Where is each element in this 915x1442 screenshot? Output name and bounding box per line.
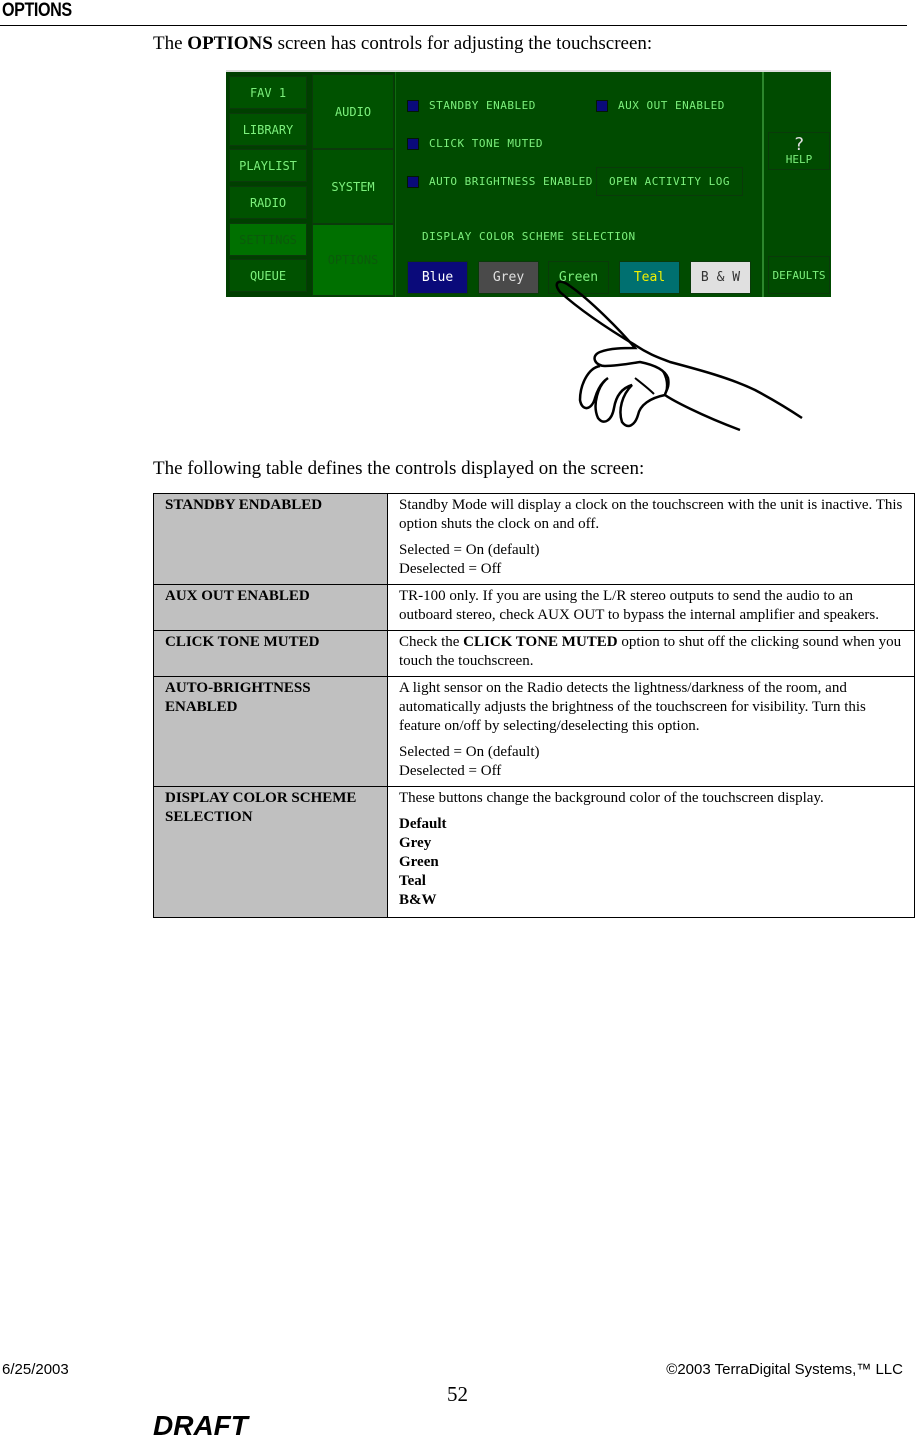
thumb-outline [634,369,668,395]
desc-text: These buttons change the background colo… [399,790,824,806]
extra-line: Selected = On (default) [399,744,540,760]
scheme-blue-button[interactable]: Blue [407,261,468,294]
term-cell: CLICK TONE MUTED [153,630,388,677]
footer-date: 6/25/2003 [2,1361,69,1378]
intro-bold: OPTIONS [187,33,273,54]
desc-extra: Selected = On (default) Deselected = Off [399,743,903,781]
desc-text: A light sensor on the Radio detects the … [399,680,866,734]
desc-text: Standby Mode will display a clock on the… [399,497,903,532]
intro-suffix: screen has controls for adjusting the to… [272,33,653,54]
term-cell: STANDBY ENDABLED [153,493,388,585]
desc-cell: Check the CLICK TONE MUTED option to shu… [387,630,915,677]
draft-watermark: DRAFT [153,1410,248,1441]
intro-prefix: The [153,33,188,54]
desc-extra: Selected = On (default) Deselected = Off [399,541,903,579]
desc-text: Check the CLICK TONE MUTED option to shu… [399,633,903,671]
nav-options-button[interactable]: OPTIONS [312,224,394,296]
checkbox[interactable] [407,99,419,112]
nav-settings-button[interactable]: SETTINGS [229,223,307,256]
table-row: AUX OUT ENABLED TR-100 only. If you are … [153,584,915,631]
checkbox[interactable] [407,175,419,188]
desc-bold: CLICK TONE MUTED [463,634,618,650]
page-number: 52 [447,1382,468,1406]
extra-line: Selected = On (default) [399,542,540,558]
term-cell: DISPLAY COLOR SCHEME SELECTION [153,786,388,918]
section-heading: OPTIONS [2,0,72,21]
nav-queue-button[interactable]: QUEUE [229,259,307,292]
desc-text: TR-100 only. If you are using the L/R st… [399,588,879,623]
desc-cell: These buttons change the background colo… [387,786,915,918]
help-label: HELP [785,152,813,166]
hand-outline [555,280,803,420]
side-actions: ? HELP DEFAULTS [762,72,831,297]
help-question-icon: ? [793,133,805,155]
options-panel: STANDBY ENABLED AUX OUT ENABLED CLICK TO… [395,72,763,297]
option-label: AUTO BRIGHTNESS ENABLED [429,175,593,188]
scheme-item: Teal [399,873,426,889]
table-row: STANDBY ENDABLED Standby Mode will displ… [153,493,915,585]
table-row: AUTO-BRIGHTNESS ENABLED A light sensor o… [153,676,915,787]
scheme-item: Default [399,816,447,832]
standby-enabled-option[interactable]: STANDBY ENABLED [407,99,536,112]
open-activity-log-button[interactable]: OPEN ACTIVITY LOG [596,167,743,196]
checkbox[interactable] [407,137,419,150]
option-label: AUX OUT ENABLED [618,99,725,112]
table-row: DISPLAY COLOR SCHEME SELECTION These but… [153,786,915,918]
intro-paragraph: The OPTIONS screen has controls for adju… [153,32,652,56]
scheme-list: Default Grey Green Teal B&W [399,815,903,910]
nav-playlist-button[interactable]: PLAYLIST [229,149,307,182]
desc-prefix: Check the [399,634,464,650]
checkbox[interactable] [596,99,608,112]
extra-line: Deselected = Off [399,561,502,577]
scheme-item: Grey [399,835,432,851]
desc-cell: TR-100 only. If you are using the L/R st… [387,584,915,631]
nav-library-button[interactable]: LIBRARY [229,113,307,146]
primary-nav: FAV 1 LIBRARY PLAYLIST RADIO SETTINGS QU… [226,72,312,297]
heading-rule [0,25,907,26]
option-label: CLICK TONE MUTED [429,137,543,150]
controls-definition-table: STANDBY ENDABLED Standby Mode will displ… [153,493,915,918]
knuckles-outline [578,364,666,428]
color-scheme-label: DISPLAY COLOR SCHEME SELECTION [422,230,636,243]
secondary-nav: AUDIO SYSTEM OPTIONS [311,72,395,297]
extra-line: Deselected = Off [399,763,502,779]
footer-copyright: ©2003 TerraDigital Systems,™ LLC [666,1361,903,1378]
help-button[interactable]: ? HELP [768,132,830,170]
pointing-hand-icon [555,280,803,432]
desc-cell: Standby Mode will display a clock on the… [387,493,915,585]
scheme-item: B&W [399,892,437,908]
click-tone-muted-option[interactable]: CLICK TONE MUTED [407,137,543,150]
table-intro: The following table defines the controls… [153,458,645,479]
nav-audio-button[interactable]: AUDIO [312,74,394,149]
term-cell: AUTO-BRIGHTNESS ENABLED [153,676,388,787]
nav-radio-button[interactable]: RADIO [229,186,307,219]
desc-cell: A light sensor on the Radio detects the … [387,676,915,787]
scheme-grey-button[interactable]: Grey [478,261,539,294]
option-label: STANDBY ENABLED [429,99,536,112]
nav-fav1-button[interactable]: FAV 1 [229,76,307,109]
term-cell: AUX OUT ENABLED [153,584,388,631]
aux-out-enabled-option[interactable]: AUX OUT ENABLED [596,99,725,112]
scheme-item: Green [399,854,439,870]
options-touchscreen: FAV 1 LIBRARY PLAYLIST RADIO SETTINGS QU… [226,70,831,297]
nav-system-button[interactable]: SYSTEM [312,149,394,224]
table-row: CLICK TONE MUTED Check the CLICK TONE MU… [153,630,915,677]
auto-brightness-option[interactable]: AUTO BRIGHTNESS ENABLED [407,175,593,188]
